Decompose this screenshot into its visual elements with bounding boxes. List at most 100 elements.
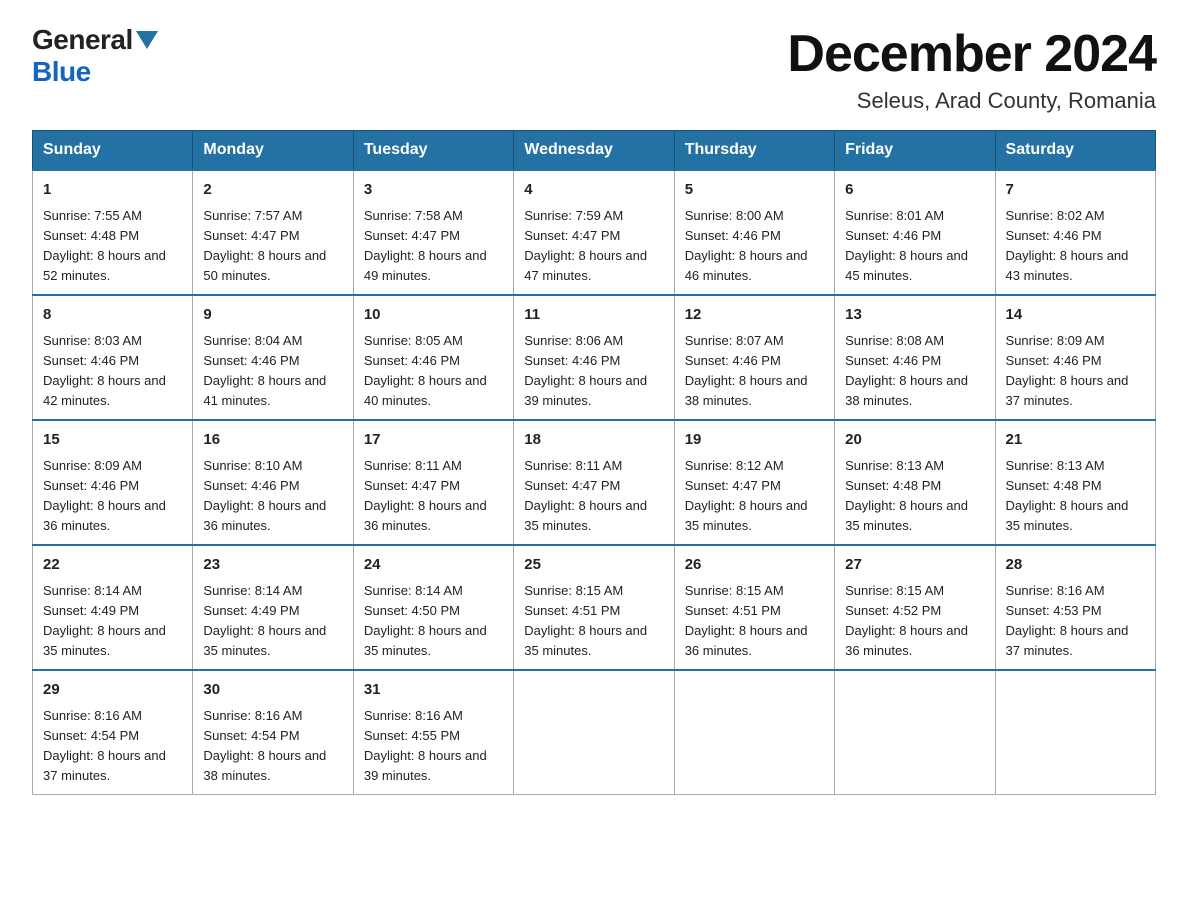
day-info: Sunrise: 8:13 AMSunset: 4:48 PMDaylight:… xyxy=(1006,458,1129,533)
day-number: 5 xyxy=(685,179,824,202)
header-wednesday: Wednesday xyxy=(514,131,674,171)
day-info: Sunrise: 7:58 AMSunset: 4:47 PMDaylight:… xyxy=(364,208,487,283)
calendar-cell: 24 Sunrise: 8:14 AMSunset: 4:50 PMDaylig… xyxy=(353,545,513,670)
day-number: 31 xyxy=(364,679,503,702)
calendar-cell: 25 Sunrise: 8:15 AMSunset: 4:51 PMDaylig… xyxy=(514,545,674,670)
day-info: Sunrise: 8:15 AMSunset: 4:51 PMDaylight:… xyxy=(685,583,808,658)
day-info: Sunrise: 8:13 AMSunset: 4:48 PMDaylight:… xyxy=(845,458,968,533)
day-info: Sunrise: 8:09 AMSunset: 4:46 PMDaylight:… xyxy=(1006,333,1129,408)
day-info: Sunrise: 7:57 AMSunset: 4:47 PMDaylight:… xyxy=(203,208,326,283)
day-info: Sunrise: 8:06 AMSunset: 4:46 PMDaylight:… xyxy=(524,333,647,408)
calendar-cell: 2 Sunrise: 7:57 AMSunset: 4:47 PMDayligh… xyxy=(193,170,353,295)
page-title: December 2024 xyxy=(787,24,1156,84)
day-info: Sunrise: 8:10 AMSunset: 4:46 PMDaylight:… xyxy=(203,458,326,533)
calendar-week-1: 1 Sunrise: 7:55 AMSunset: 4:48 PMDayligh… xyxy=(33,170,1156,295)
day-info: Sunrise: 8:08 AMSunset: 4:46 PMDaylight:… xyxy=(845,333,968,408)
day-number: 30 xyxy=(203,679,342,702)
calendar-cell: 27 Sunrise: 8:15 AMSunset: 4:52 PMDaylig… xyxy=(835,545,995,670)
title-area: December 2024 Seleus, Arad County, Roman… xyxy=(787,24,1156,114)
day-number: 17 xyxy=(364,429,503,452)
day-number: 23 xyxy=(203,554,342,577)
day-info: Sunrise: 8:12 AMSunset: 4:47 PMDaylight:… xyxy=(685,458,808,533)
calendar-cell: 18 Sunrise: 8:11 AMSunset: 4:47 PMDaylig… xyxy=(514,420,674,545)
day-info: Sunrise: 7:55 AMSunset: 4:48 PMDaylight:… xyxy=(43,208,166,283)
day-info: Sunrise: 8:14 AMSunset: 4:50 PMDaylight:… xyxy=(364,583,487,658)
day-number: 1 xyxy=(43,179,182,202)
day-number: 6 xyxy=(845,179,984,202)
calendar-cell: 17 Sunrise: 8:11 AMSunset: 4:47 PMDaylig… xyxy=(353,420,513,545)
calendar-cell: 9 Sunrise: 8:04 AMSunset: 4:46 PMDayligh… xyxy=(193,295,353,420)
calendar-cell: 1 Sunrise: 7:55 AMSunset: 4:48 PMDayligh… xyxy=(33,170,193,295)
calendar-cell: 20 Sunrise: 8:13 AMSunset: 4:48 PMDaylig… xyxy=(835,420,995,545)
calendar-cell: 30 Sunrise: 8:16 AMSunset: 4:54 PMDaylig… xyxy=(193,670,353,795)
day-info: Sunrise: 8:14 AMSunset: 4:49 PMDaylight:… xyxy=(203,583,326,658)
calendar-cell: 12 Sunrise: 8:07 AMSunset: 4:46 PMDaylig… xyxy=(674,295,834,420)
calendar-table: SundayMondayTuesdayWednesdayThursdayFrid… xyxy=(32,130,1156,795)
calendar-week-2: 8 Sunrise: 8:03 AMSunset: 4:46 PMDayligh… xyxy=(33,295,1156,420)
day-number: 9 xyxy=(203,304,342,327)
logo-blue-text: Blue xyxy=(32,56,91,88)
calendar-cell xyxy=(835,670,995,795)
day-info: Sunrise: 8:04 AMSunset: 4:46 PMDaylight:… xyxy=(203,333,326,408)
calendar-cell: 5 Sunrise: 8:00 AMSunset: 4:46 PMDayligh… xyxy=(674,170,834,295)
logo-general-text: General xyxy=(32,24,133,56)
calendar-cell: 28 Sunrise: 8:16 AMSunset: 4:53 PMDaylig… xyxy=(995,545,1155,670)
calendar-cell: 11 Sunrise: 8:06 AMSunset: 4:46 PMDaylig… xyxy=(514,295,674,420)
day-number: 15 xyxy=(43,429,182,452)
calendar-cell: 13 Sunrise: 8:08 AMSunset: 4:46 PMDaylig… xyxy=(835,295,995,420)
calendar-cell: 16 Sunrise: 8:10 AMSunset: 4:46 PMDaylig… xyxy=(193,420,353,545)
calendar-cell xyxy=(514,670,674,795)
day-number: 19 xyxy=(685,429,824,452)
calendar-week-3: 15 Sunrise: 8:09 AMSunset: 4:46 PMDaylig… xyxy=(33,420,1156,545)
day-info: Sunrise: 8:15 AMSunset: 4:51 PMDaylight:… xyxy=(524,583,647,658)
day-info: Sunrise: 8:05 AMSunset: 4:46 PMDaylight:… xyxy=(364,333,487,408)
day-info: Sunrise: 8:16 AMSunset: 4:54 PMDaylight:… xyxy=(43,708,166,783)
day-number: 21 xyxy=(1006,429,1145,452)
calendar-cell: 7 Sunrise: 8:02 AMSunset: 4:46 PMDayligh… xyxy=(995,170,1155,295)
day-info: Sunrise: 8:16 AMSunset: 4:55 PMDaylight:… xyxy=(364,708,487,783)
calendar-cell: 23 Sunrise: 8:14 AMSunset: 4:49 PMDaylig… xyxy=(193,545,353,670)
day-number: 27 xyxy=(845,554,984,577)
calendar-cell xyxy=(674,670,834,795)
day-info: Sunrise: 8:11 AMSunset: 4:47 PMDaylight:… xyxy=(364,458,487,533)
day-number: 3 xyxy=(364,179,503,202)
calendar-header-row: SundayMondayTuesdayWednesdayThursdayFrid… xyxy=(33,131,1156,171)
header-saturday: Saturday xyxy=(995,131,1155,171)
calendar-cell: 4 Sunrise: 7:59 AMSunset: 4:47 PMDayligh… xyxy=(514,170,674,295)
calendar-cell: 14 Sunrise: 8:09 AMSunset: 4:46 PMDaylig… xyxy=(995,295,1155,420)
day-number: 24 xyxy=(364,554,503,577)
day-info: Sunrise: 8:09 AMSunset: 4:46 PMDaylight:… xyxy=(43,458,166,533)
day-number: 20 xyxy=(845,429,984,452)
day-number: 29 xyxy=(43,679,182,702)
day-number: 14 xyxy=(1006,304,1145,327)
day-number: 26 xyxy=(685,554,824,577)
calendar-cell: 22 Sunrise: 8:14 AMSunset: 4:49 PMDaylig… xyxy=(33,545,193,670)
logo-arrow-icon xyxy=(136,31,158,54)
day-info: Sunrise: 8:00 AMSunset: 4:46 PMDaylight:… xyxy=(685,208,808,283)
day-info: Sunrise: 8:15 AMSunset: 4:52 PMDaylight:… xyxy=(845,583,968,658)
logo: General Blue xyxy=(32,24,158,88)
day-number: 16 xyxy=(203,429,342,452)
day-info: Sunrise: 8:07 AMSunset: 4:46 PMDaylight:… xyxy=(685,333,808,408)
calendar-cell: 31 Sunrise: 8:16 AMSunset: 4:55 PMDaylig… xyxy=(353,670,513,795)
day-number: 18 xyxy=(524,429,663,452)
calendar-cell: 10 Sunrise: 8:05 AMSunset: 4:46 PMDaylig… xyxy=(353,295,513,420)
day-info: Sunrise: 8:11 AMSunset: 4:47 PMDaylight:… xyxy=(524,458,647,533)
header-friday: Friday xyxy=(835,131,995,171)
day-number: 7 xyxy=(1006,179,1145,202)
day-number: 2 xyxy=(203,179,342,202)
day-number: 11 xyxy=(524,304,663,327)
header-tuesday: Tuesday xyxy=(353,131,513,171)
header-sunday: Sunday xyxy=(33,131,193,171)
day-number: 4 xyxy=(524,179,663,202)
day-info: Sunrise: 7:59 AMSunset: 4:47 PMDaylight:… xyxy=(524,208,647,283)
calendar-cell: 8 Sunrise: 8:03 AMSunset: 4:46 PMDayligh… xyxy=(33,295,193,420)
day-info: Sunrise: 8:02 AMSunset: 4:46 PMDaylight:… xyxy=(1006,208,1129,283)
calendar-cell: 6 Sunrise: 8:01 AMSunset: 4:46 PMDayligh… xyxy=(835,170,995,295)
calendar-cell xyxy=(995,670,1155,795)
day-number: 8 xyxy=(43,304,182,327)
calendar-cell: 19 Sunrise: 8:12 AMSunset: 4:47 PMDaylig… xyxy=(674,420,834,545)
day-number: 28 xyxy=(1006,554,1145,577)
day-info: Sunrise: 8:14 AMSunset: 4:49 PMDaylight:… xyxy=(43,583,166,658)
calendar-cell: 26 Sunrise: 8:15 AMSunset: 4:51 PMDaylig… xyxy=(674,545,834,670)
